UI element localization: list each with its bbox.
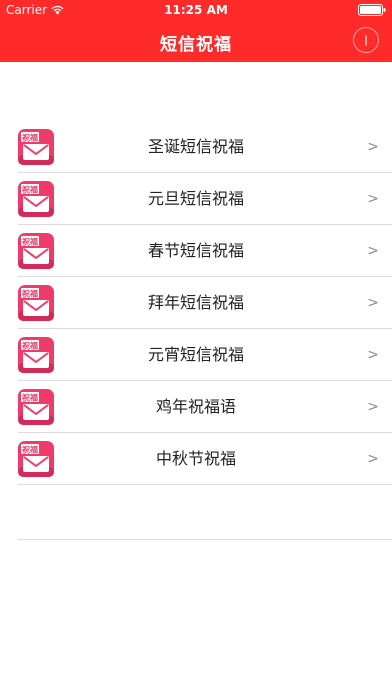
svg-text:祝福: 祝福 xyxy=(22,184,38,194)
greeting-list: 祝福 圣诞短信祝福 > 祝福 元旦短信祝福 > 祝福 春节短信祝福 > 祝福 拜… xyxy=(0,121,392,485)
info-button[interactable] xyxy=(353,27,379,53)
chevron-right-icon: > xyxy=(367,243,379,259)
svg-text:祝福: 祝福 xyxy=(22,236,38,246)
envelope-app-icon: 祝福 xyxy=(18,337,54,373)
list-item-label: 中秋节祝福 xyxy=(155,449,236,468)
list-item[interactable]: 祝福 鸡年祝福语 > xyxy=(0,381,392,433)
info-icon xyxy=(365,34,367,46)
envelope-app-icon: 祝福 xyxy=(18,441,54,477)
battery-icon xyxy=(358,4,386,16)
list-item[interactable]: 祝福 拜年短信祝福 > xyxy=(0,277,392,329)
svg-text:祝福: 祝福 xyxy=(22,132,38,142)
list-item[interactable]: 祝福 元宵短信祝福 > xyxy=(0,329,392,381)
chevron-right-icon: > xyxy=(367,295,379,311)
list-item-label: 春节短信祝福 xyxy=(147,241,244,260)
nav-title: 短信祝福 xyxy=(160,35,232,55)
chevron-right-icon: > xyxy=(367,139,379,155)
chevron-right-icon: > xyxy=(367,191,379,207)
svg-text:祝福: 祝福 xyxy=(22,444,38,454)
status-bar: Carrier 11:25 AM xyxy=(0,0,392,20)
list-item-label: 元宵短信祝福 xyxy=(147,345,244,364)
chevron-right-icon: > xyxy=(367,399,379,415)
envelope-app-icon: 祝福 xyxy=(18,233,54,269)
envelope-app-icon: 祝福 xyxy=(18,389,54,425)
bottom-divider xyxy=(18,539,392,540)
list-item[interactable]: 祝福 元旦短信祝福 > xyxy=(0,173,392,225)
envelope-app-icon: 祝福 xyxy=(18,181,54,217)
list-item[interactable]: 祝福 春节短信祝福 > xyxy=(0,225,392,277)
svg-text:祝福: 祝福 xyxy=(22,340,38,350)
envelope-app-icon: 祝福 xyxy=(18,285,54,321)
chevron-right-icon: > xyxy=(367,347,379,363)
list-item-label: 鸡年祝福语 xyxy=(155,397,236,416)
svg-text:祝福: 祝福 xyxy=(22,392,38,402)
chevron-right-icon: > xyxy=(367,451,379,467)
list-item-label: 元旦短信祝福 xyxy=(147,189,244,208)
list-item-label: 拜年短信祝福 xyxy=(147,293,244,312)
list-item[interactable]: 祝福 中秋节祝福 > xyxy=(0,433,392,485)
list-item[interactable]: 祝福 圣诞短信祝福 > xyxy=(0,121,392,173)
svg-text:祝福: 祝福 xyxy=(22,288,38,298)
envelope-app-icon: 祝福 xyxy=(18,129,54,165)
status-time: 11:25 AM xyxy=(164,3,228,17)
list-item-label: 圣诞短信祝福 xyxy=(147,137,244,156)
